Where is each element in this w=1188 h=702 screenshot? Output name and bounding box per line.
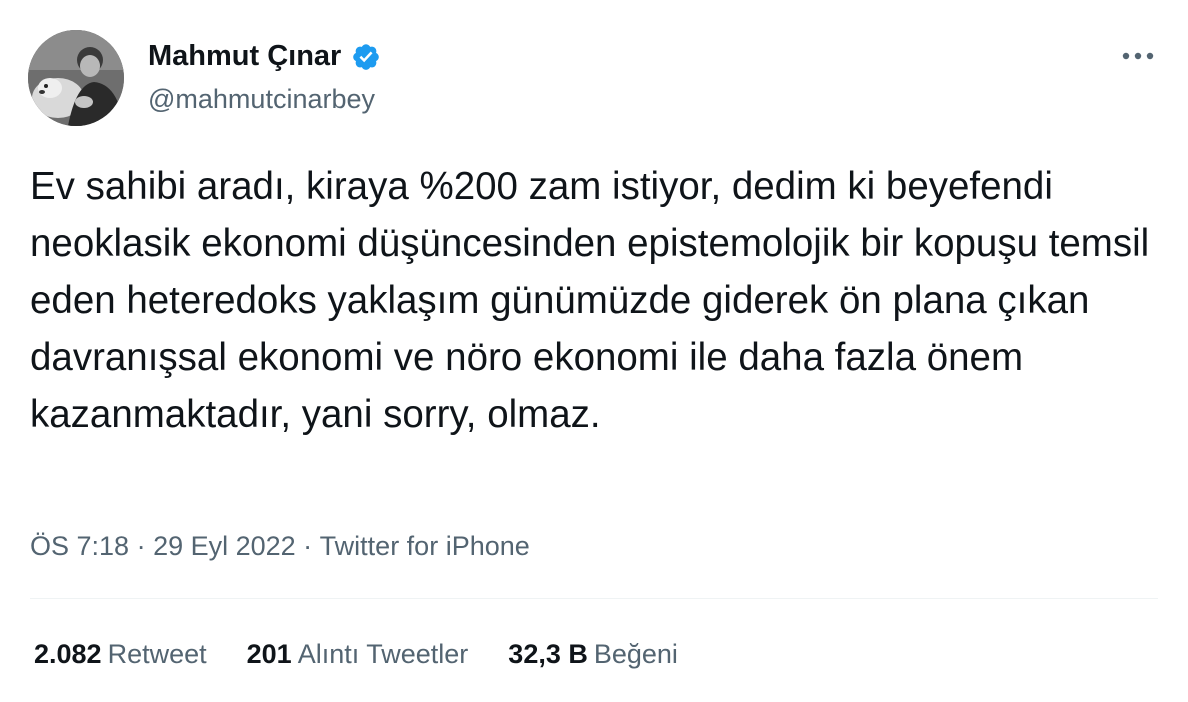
author-handle[interactable]: @mahmutcinarbey	[148, 82, 375, 116]
tweet-text: Ev sahibi aradı, kiraya %200 zam istiyor…	[30, 165, 1150, 436]
tweet-stats: 2.082 Retweet 201 Alıntı Tweetler 32,3 B Be…	[34, 636, 678, 672]
like-count-link[interactable]: 32,3 B Beğeni	[508, 636, 678, 672]
like-label: Beğeni	[593, 639, 678, 669]
tweet-date-link[interactable]: 29 Eyl 2022	[153, 528, 296, 564]
author-name-row: Mahmut Çınar	[148, 38, 381, 74]
divider	[30, 598, 1158, 599]
meta-separator: ·	[295, 531, 320, 561]
more-horizontal-icon	[1122, 52, 1154, 60]
retweet-count: 2.082	[34, 639, 102, 669]
meta-separator: ·	[129, 531, 154, 561]
tweet-source-link[interactable]: Twitter for iPhone	[320, 528, 530, 564]
verified-badge-icon	[351, 42, 381, 72]
tweet-meta: ÖS 7:18 · 29 Eyl 2022 · Twitter for iPho…	[30, 528, 530, 564]
quote-count-link[interactable]: 201 Alıntı Tweetler	[247, 636, 469, 672]
like-count: 32,3 B	[508, 639, 588, 669]
profile-photo	[28, 30, 124, 126]
quote-label: Alıntı Tweetler	[297, 639, 469, 669]
quote-count: 201	[246, 639, 292, 669]
avatar[interactable]	[28, 30, 124, 126]
author-display-name[interactable]: Mahmut Çınar	[148, 38, 341, 74]
tweet-time-link[interactable]: ÖS 7:18	[30, 528, 129, 564]
retweet-label: Retweet	[107, 639, 207, 669]
more-options-button[interactable]	[1114, 40, 1162, 72]
retweet-count-link[interactable]: 2.082 Retweet	[34, 636, 207, 672]
